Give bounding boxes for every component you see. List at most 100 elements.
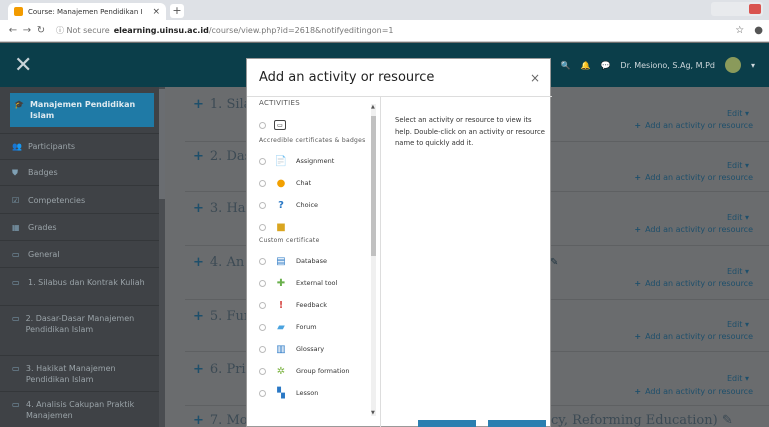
pencil-edit-icon[interactable]: ✎ <box>722 413 733 427</box>
sidebar-item-label: 3. Hakikat Manajemen Pendidikan Islam <box>25 364 116 384</box>
divider <box>0 133 159 134</box>
window-controls[interactable] <box>711 2 763 16</box>
radio-button[interactable] <box>259 345 266 353</box>
list-item[interactable]: ✲ Group formation <box>259 361 374 381</box>
lesson-icon: ▚ <box>277 387 285 399</box>
list-item[interactable]: ▭ <box>259 115 374 135</box>
list-item[interactable]: ▚ Lesson <box>259 383 374 403</box>
group-formation-icon: ✲ <box>276 365 286 377</box>
table-icon: ▦ <box>12 223 20 232</box>
divider <box>0 305 159 306</box>
section-title[interactable]: +1. Sila <box>193 97 251 112</box>
radio-button[interactable] <box>259 367 266 375</box>
list-item[interactable]: ! Feedback <box>259 295 374 315</box>
activity-list-scrollbar[interactable]: ▲ ▼ <box>371 104 376 416</box>
activity-name: Glossary <box>296 345 325 353</box>
sidebar-item-section-1[interactable]: ▭ 1. Silabus dan Kontrak Kuliah <box>12 277 152 288</box>
radio-button[interactable] <box>259 279 266 287</box>
forward-arrow-icon[interactable]: → <box>20 25 34 36</box>
list-item[interactable]: 📄 Assignment <box>259 151 374 171</box>
sidebar-item-section-4[interactable]: ▭ 4. Analisis Cakupan Praktik Manajemen <box>12 399 152 421</box>
radio-button[interactable] <box>259 157 266 165</box>
add-activity-link[interactable]: + Add an activity or resource <box>634 173 753 182</box>
radio-button[interactable] <box>259 121 266 129</box>
sidebar-item-course-home[interactable]: 🎓 Manajemen Pendidikan Islam <box>10 93 154 127</box>
not-secure-badge[interactable]: ⓘ Not secure <box>56 25 110 36</box>
add-button[interactable] <box>418 420 476 427</box>
sidebar-item-section-3[interactable]: ▭ 3. Hakikat Manajemen Pendidikan Islam <box>12 363 152 385</box>
avatar[interactable] <box>724 57 741 73</box>
reload-icon[interactable]: ↻ <box>34 25 48 36</box>
expand-plus-icon[interactable]: + <box>193 309 204 324</box>
sidebar-item-participants[interactable]: 👥 Participants <box>12 141 152 152</box>
edit-menu-button[interactable]: Edit ▾ <box>727 267 749 276</box>
list-item[interactable]: ✚ External tool <box>259 273 374 293</box>
add-activity-link[interactable]: + Add an activity or resource <box>634 387 753 396</box>
expand-plus-icon[interactable]: + <box>193 413 204 427</box>
section-title-tail[interactable]: cy, Reforming Education) ✎ <box>551 413 733 427</box>
pencil-edit-icon[interactable]: ✎ <box>550 257 558 268</box>
back-arrow-icon[interactable]: ← <box>6 25 20 36</box>
radio-button[interactable] <box>259 179 266 187</box>
chevron-down-icon[interactable]: ▾ <box>751 61 755 70</box>
notification-bell-icon[interactable]: 🔔 <box>580 61 590 70</box>
expand-plus-icon[interactable]: + <box>193 97 204 112</box>
cancel-button[interactable] <box>488 420 546 427</box>
browser-tab[interactable]: Course: Manajemen Pendidikan I × <box>8 3 166 20</box>
scroll-thumb[interactable] <box>371 116 376 256</box>
sidebar-item-general[interactable]: ▭ General <box>12 249 152 260</box>
scroll-up-arrow-icon[interactable]: ▲ <box>371 104 375 110</box>
radio-button[interactable] <box>259 389 266 397</box>
add-activity-link[interactable]: + Add an activity or resource <box>634 225 753 234</box>
add-activity-link[interactable]: + Add an activity or resource <box>634 332 753 341</box>
sidebar-item-grades[interactable]: ▦ Grades <box>12 222 152 233</box>
search-icon[interactable]: 🔍 <box>561 61 571 70</box>
folder-icon: ▭ <box>12 400 20 409</box>
section-title[interactable]: +7. Mo <box>193 413 248 427</box>
list-item[interactable]: ▥ Glossary <box>259 339 374 359</box>
add-activity-link[interactable]: + Add an activity or resource <box>634 279 753 288</box>
profile-icon[interactable]: ● <box>754 25 763 36</box>
list-item[interactable]: ▰ Forum <box>259 317 374 337</box>
messages-icon[interactable]: 💬 <box>600 61 610 70</box>
radio-button[interactable] <box>259 323 266 331</box>
section-title[interactable]: +4. An <box>193 255 244 270</box>
expand-plus-icon[interactable]: + <box>193 255 204 270</box>
sidebar-item-label: 1. Silabus dan Kontrak Kuliah <box>28 278 145 287</box>
edit-menu-button[interactable]: Edit ▾ <box>727 213 749 222</box>
dialog-close-icon[interactable]: × <box>530 71 540 85</box>
sidebar-item-competencies[interactable]: ☑ Competencies <box>12 195 152 206</box>
add-activity-link[interactable]: + Add an activity or resource <box>634 121 753 130</box>
sidebar-item-section-2[interactable]: ▭ 2. Dasar-Dasar Manajemen Pendidikan Is… <box>12 313 152 335</box>
list-item[interactable]: ■ <box>259 217 374 237</box>
edit-menu-button[interactable]: Edit ▾ <box>727 161 749 170</box>
section-title[interactable]: +6. Pri <box>193 362 246 377</box>
scroll-down-arrow-icon[interactable]: ▼ <box>371 410 375 416</box>
edit-menu-button[interactable]: Edit ▾ <box>727 109 749 118</box>
new-tab-button[interactable]: + <box>170 4 184 18</box>
sidebar-item-label: Competencies <box>28 196 86 205</box>
url-field[interactable]: ⓘ Not secure elearning.uinsu.ac.id/cours… <box>56 25 394 36</box>
radio-button[interactable] <box>259 201 266 209</box>
sidebar-item-badges[interactable]: ⛊ Badges <box>12 167 152 178</box>
expand-plus-icon[interactable]: + <box>193 149 204 164</box>
bookmark-star-icon[interactable]: ☆ <box>735 25 744 36</box>
expand-plus-icon[interactable]: + <box>193 362 204 377</box>
edit-menu-button[interactable]: Edit ▾ <box>727 320 749 329</box>
tab-close-icon[interactable]: × <box>152 7 160 17</box>
list-item[interactable]: ● Chat <box>259 173 374 193</box>
window-close-icon[interactable] <box>749 4 761 14</box>
radio-button[interactable] <box>259 301 266 309</box>
list-item[interactable]: ▤ Database <box>259 251 374 271</box>
edit-menu-button[interactable]: Edit ▾ <box>727 374 749 383</box>
radio-button[interactable] <box>259 223 266 231</box>
section-title[interactable]: +2. Das <box>193 149 251 164</box>
activity-list[interactable]: ACTIVITIES ▭ Accredible certificates & b… <box>255 97 379 427</box>
drawer-close-icon[interactable]: ✕ <box>14 53 32 78</box>
section-title[interactable]: +5. Fur <box>193 309 250 324</box>
list-item[interactable]: ? Choice <box>259 195 374 215</box>
expand-plus-icon[interactable]: + <box>193 201 204 216</box>
radio-button[interactable] <box>259 257 266 265</box>
user-name[interactable]: Dr. Mesiono, S.Ag, M.Pd <box>620 61 715 70</box>
section-title[interactable]: +3. Hal <box>193 201 250 216</box>
